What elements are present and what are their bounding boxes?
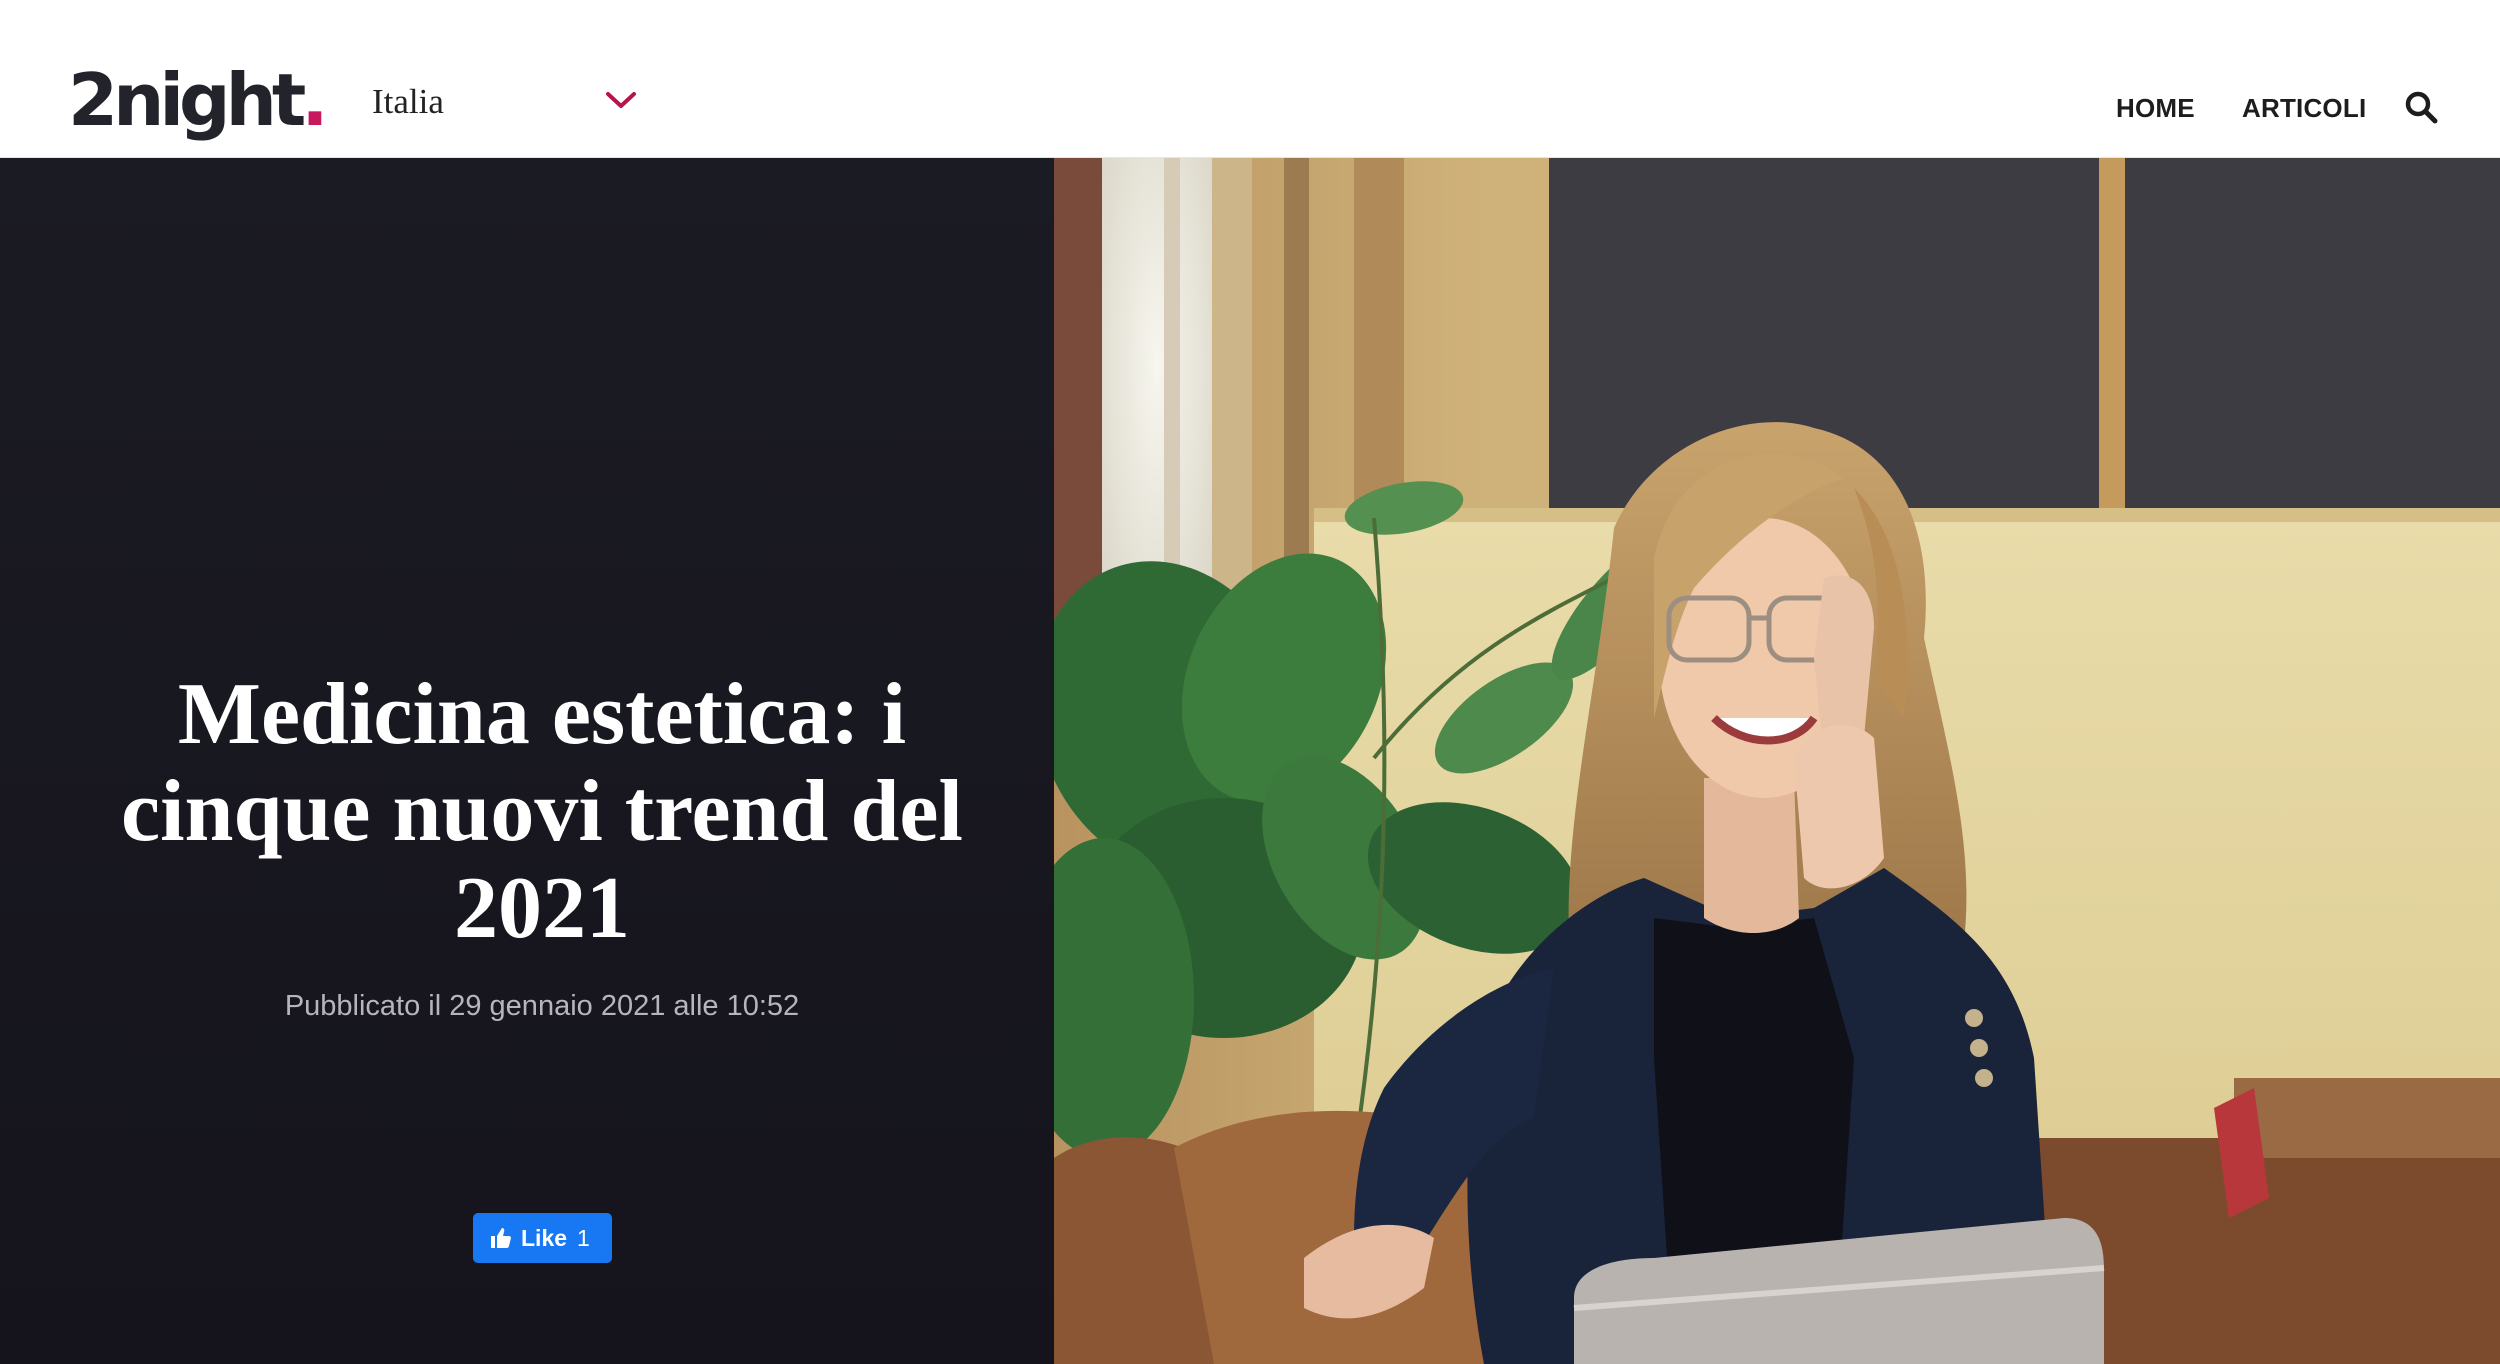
like-count: 1 [577, 1224, 590, 1251]
article-title: Medicina estetica: i cinque nuovi trend … [121, 666, 963, 957]
chevron-down-icon[interactable] [604, 88, 638, 112]
publish-date: Pubblicato il 29 gennaio 2021 alle 10:52 [284, 990, 800, 1022]
like-label: Like [521, 1224, 568, 1251]
nav-articoli[interactable]: ARTICOLI [2242, 88, 2366, 128]
hero-panel: Medicina estetica: i cinque nuovi trend … [0, 158, 1054, 1364]
site-header: 2night. Italia HOME ARTICOLI [0, 0, 2500, 158]
logo-dot: . [301, 58, 328, 142]
thumbs-up-icon [491, 1228, 511, 1248]
nav-home[interactable]: HOME [2116, 88, 2195, 128]
site-logo[interactable]: 2night. [68, 55, 329, 145]
hero-photo [1054, 158, 2500, 1364]
region-label: Italia [372, 82, 444, 121]
search-icon[interactable] [2404, 90, 2438, 124]
facebook-like-button[interactable]: Like 1 [473, 1213, 612, 1263]
logo-text: 2night [68, 58, 306, 142]
